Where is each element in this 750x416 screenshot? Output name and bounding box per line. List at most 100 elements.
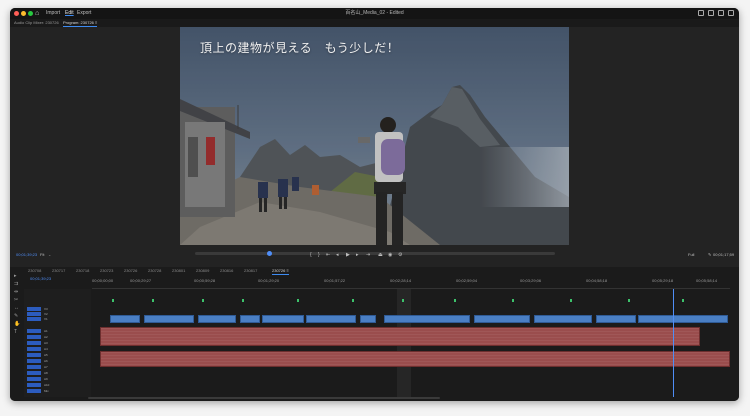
sequence-tab-active[interactable]: 230726 ≡: [272, 268, 289, 275]
audio-clip-ambience[interactable]: [100, 351, 730, 367]
video-clip[interactable]: [384, 315, 470, 323]
marker[interactable]: [202, 299, 204, 302]
marker[interactable]: [628, 299, 630, 302]
video-clip[interactable]: [534, 315, 592, 323]
step-back-icon[interactable]: ◂: [336, 251, 339, 259]
track-label: A7: [44, 365, 48, 369]
marker[interactable]: [512, 299, 514, 302]
track-target-a10[interactable]: [27, 383, 41, 387]
track-target-a2[interactable]: [27, 335, 41, 339]
program-monitor: 頂上の建物が見える もう少しだ！ 00;01;39;23 Fit ⌄ Full …: [10, 27, 739, 267]
video-clip[interactable]: [198, 315, 236, 323]
settings-icon[interactable]: ⚙: [398, 251, 402, 259]
video-clip[interactable]: [638, 315, 728, 323]
fullscreen-icon[interactable]: [718, 10, 724, 16]
track-target-v3[interactable]: [27, 307, 41, 311]
track-label: A2: [44, 335, 48, 339]
marker[interactable]: [242, 299, 244, 302]
track-target-a6[interactable]: [27, 359, 41, 363]
sequence-tab[interactable]: 230801: [172, 268, 185, 274]
track-target-a1[interactable]: [27, 329, 41, 333]
more-icon[interactable]: [728, 10, 734, 16]
marker[interactable]: [152, 299, 154, 302]
go-to-out-icon[interactable]: ⇥: [366, 251, 370, 259]
pen-tool-icon[interactable]: ✎: [14, 313, 18, 319]
play-icon[interactable]: ▶: [346, 251, 350, 259]
hand-tool-icon[interactable]: ✋: [14, 321, 20, 327]
track-target-a9[interactable]: [27, 377, 41, 381]
sequence-tab[interactable]: 230816: [220, 268, 233, 274]
track-lanes[interactable]: [92, 289, 730, 397]
quality-dropdown[interactable]: Full: [688, 252, 694, 258]
track-target-a7[interactable]: [27, 365, 41, 369]
timeline-scrollbar[interactable]: [88, 397, 440, 399]
marker[interactable]: [570, 299, 572, 302]
marker[interactable]: [454, 299, 456, 302]
monitor-playhead[interactable]: [267, 251, 272, 256]
tab-import[interactable]: Import: [46, 9, 60, 18]
sequence-tab[interactable]: 230717: [52, 268, 65, 274]
lift-icon[interactable]: ⏏: [378, 251, 383, 259]
track-select-icon[interactable]: ⇉: [14, 281, 18, 287]
video-clip[interactable]: [262, 315, 304, 323]
marker[interactable]: [112, 299, 114, 302]
marker[interactable]: [402, 299, 404, 302]
sequence-tab[interactable]: 230708: [28, 268, 41, 274]
video-clip[interactable]: [110, 315, 140, 323]
marker[interactable]: [682, 299, 684, 302]
mark-in-icon[interactable]: {: [310, 251, 312, 259]
ripple-edit-icon[interactable]: ⇹: [14, 289, 18, 295]
close-window-button[interactable]: [14, 11, 19, 16]
tab-export[interactable]: Export: [77, 9, 91, 18]
minimize-window-button[interactable]: [21, 11, 26, 16]
zoom-fit-dropdown[interactable]: Fit: [40, 252, 44, 258]
camera-icon[interactable]: ◉: [388, 251, 392, 259]
time-ruler[interactable]: 00;00;00;00 00;00;29;27 00;00;59;28 00;0…: [92, 275, 730, 289]
video-clip[interactable]: [240, 315, 260, 323]
sequence-tab[interactable]: 230728: [148, 268, 161, 274]
razor-icon[interactable]: ✂: [14, 297, 18, 303]
sequence-tab[interactable]: 230809: [196, 268, 209, 274]
video-clip[interactable]: [360, 315, 376, 323]
track-label: A5: [44, 353, 48, 357]
go-to-in-icon[interactable]: ⇤: [326, 251, 330, 259]
zoom-window-button[interactable]: [28, 11, 33, 16]
sequence-tab[interactable]: 230723: [100, 268, 113, 274]
video-clip[interactable]: [306, 315, 356, 323]
video-clip[interactable]: [474, 315, 530, 323]
program-timecode[interactable]: 00;01;39;23: [16, 252, 37, 258]
track-target-v2[interactable]: [27, 312, 41, 316]
step-forward-icon[interactable]: ▸: [356, 251, 359, 259]
video-clip[interactable]: [144, 315, 194, 323]
timeline-timecode[interactable]: 00;01;39;23: [30, 276, 51, 282]
track-target-a3[interactable]: [27, 341, 41, 345]
tab-program-monitor[interactable]: Program: 230726 ≡: [63, 19, 98, 27]
timeline-playhead[interactable]: [673, 289, 674, 397]
track-target-mix[interactable]: [27, 389, 41, 393]
workspace-icon[interactable]: [698, 10, 704, 16]
slip-tool-icon[interactable]: ↔: [14, 305, 19, 311]
track-target-v1[interactable]: [27, 317, 41, 321]
track-target-a4[interactable]: [27, 347, 41, 351]
mark-out-icon[interactable]: }: [318, 251, 320, 259]
app-window: ⌂ Import Edit Export 百名山_Media_02 - Edit…: [10, 8, 739, 401]
track-target-a5[interactable]: [27, 353, 41, 357]
tab-audio-clip-mixer[interactable]: Audio Clip Mixer: 230726: [14, 19, 59, 27]
chevron-down-icon[interactable]: ⌄: [48, 252, 51, 258]
sequence-tab[interactable]: 230726: [124, 268, 137, 274]
audio-clip-music[interactable]: [100, 327, 700, 346]
sequence-tab[interactable]: 230718: [76, 268, 89, 274]
home-icon[interactable]: ⌂: [35, 9, 39, 18]
wrench-icon[interactable]: ✎: [708, 252, 711, 258]
selection-tool-icon[interactable]: ▸: [14, 273, 17, 279]
type-tool-icon[interactable]: T: [14, 329, 17, 335]
marker[interactable]: [352, 299, 354, 302]
ruler-label: 00;00;59;28: [194, 278, 216, 283]
sequence-tab[interactable]: 230817: [244, 268, 257, 274]
marker[interactable]: [297, 299, 299, 302]
video-clip[interactable]: [596, 315, 636, 323]
monitor-scrubber[interactable]: [195, 251, 555, 256]
quick-export-icon[interactable]: [708, 10, 714, 16]
track-target-a8[interactable]: [27, 371, 41, 375]
tab-edit[interactable]: Edit: [65, 9, 74, 18]
